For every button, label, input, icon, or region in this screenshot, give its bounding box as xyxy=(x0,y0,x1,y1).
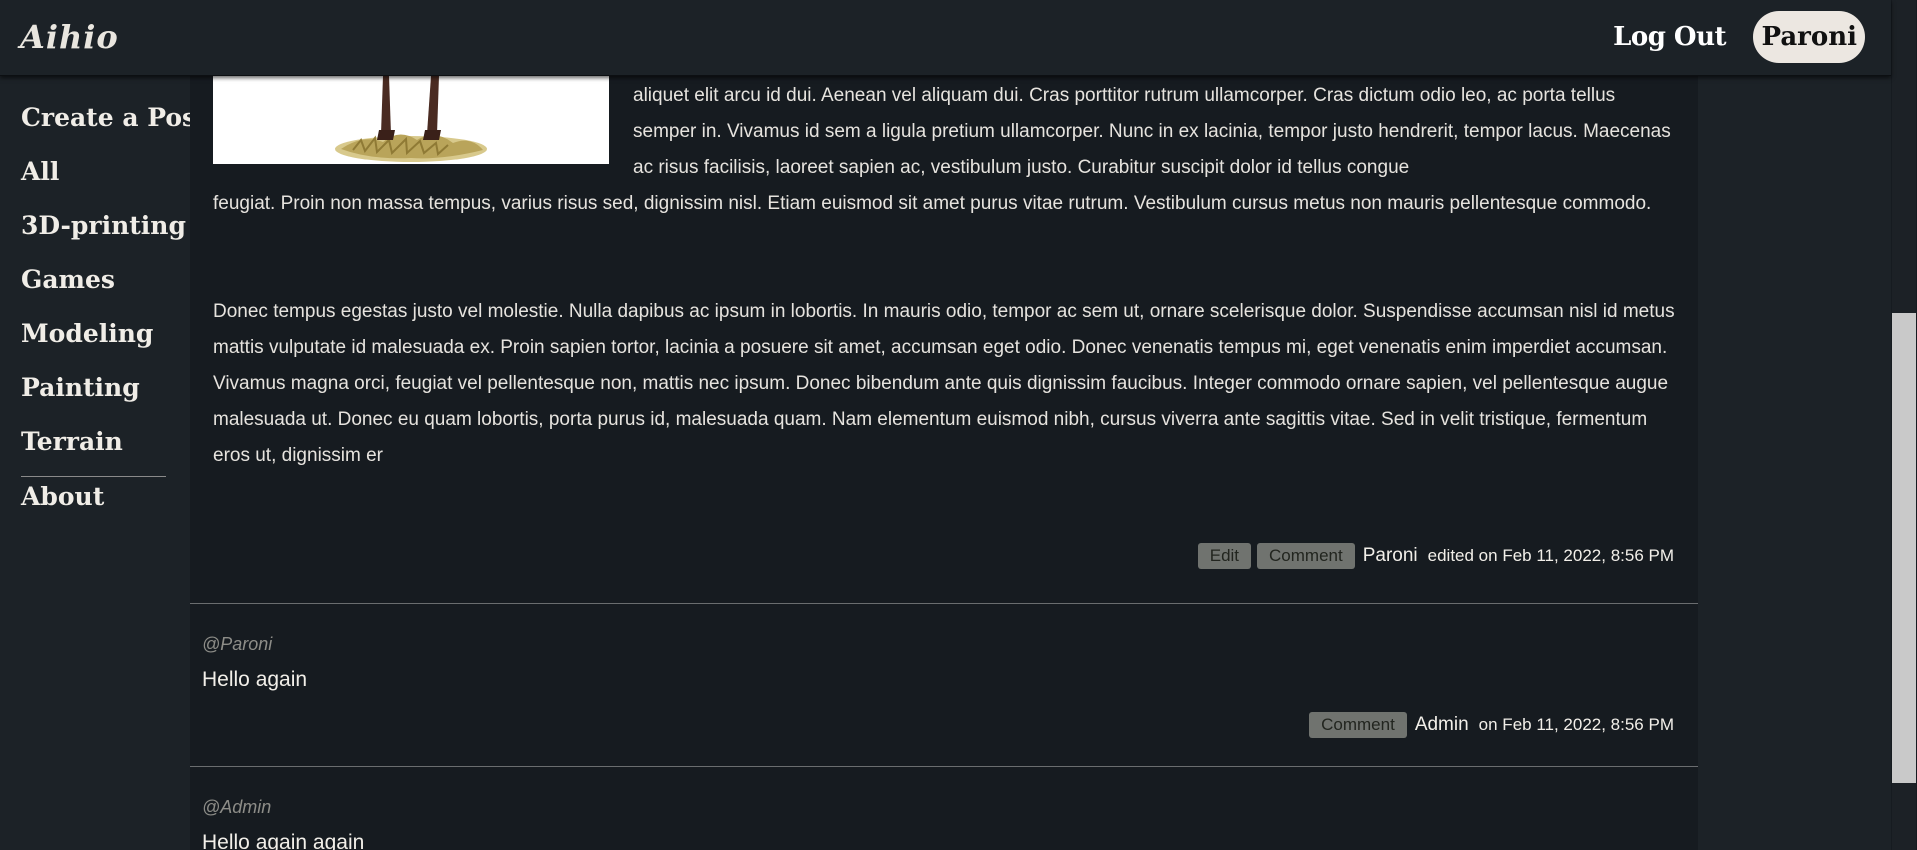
comment-button[interactable]: Comment xyxy=(1257,543,1355,569)
sidebar-item-modeling[interactable]: Modeling xyxy=(21,319,153,348)
site-logo[interactable]: Aihio xyxy=(20,18,119,56)
sidebar-item-terrain[interactable]: Terrain xyxy=(21,427,123,456)
sidebar: Create a Post All 3D-printing Games Mode… xyxy=(0,76,208,850)
sidebar-item-create-post[interactable]: Create a Post xyxy=(21,103,208,132)
post-date: edited on Feb 11, 2022, 8:56 PM xyxy=(1427,546,1674,565)
post-paragraph-2: Donec tempus egestas justo vel molestie.… xyxy=(213,301,1675,466)
top-header: Aihio Log Out Paroni xyxy=(0,0,1891,76)
comment-text: Hello again again xyxy=(202,831,365,850)
comment-mention[interactable]: @Admin xyxy=(202,797,271,818)
post-paragraph-continued: feugiat. Proin non massa tempus, varius … xyxy=(213,193,1652,214)
comment-reply-button[interactable]: Comment xyxy=(1309,712,1407,738)
sidebar-item-3d-printing[interactable]: 3D-printing xyxy=(21,211,186,240)
comment-text: Hello again xyxy=(202,668,308,691)
sidebar-item-games[interactable]: Games xyxy=(21,265,115,294)
sidebar-item-about[interactable]: About xyxy=(21,482,104,511)
post-image xyxy=(213,76,609,164)
right-gutter xyxy=(1698,76,1891,850)
main-content: aliquet elit arcu id dui. Aenean vel ali… xyxy=(190,76,1698,850)
scrollbar-thumb[interactable] xyxy=(1892,313,1916,783)
logout-button[interactable]: Log Out xyxy=(1613,22,1726,52)
post-divider xyxy=(190,603,1698,604)
comment-author[interactable]: Admin xyxy=(1415,714,1469,736)
sidebar-item-painting[interactable]: Painting xyxy=(21,373,140,402)
comment-divider xyxy=(190,766,1698,767)
comment-meta-row: Comment Admin on Feb 11, 2022, 8:56 PM xyxy=(1309,712,1674,738)
sidebar-item-all[interactable]: All xyxy=(21,157,59,186)
comment-date: on Feb 11, 2022, 8:56 PM xyxy=(1478,715,1674,734)
post-meta-row: Edit Comment Paroni edited on Feb 11, 20… xyxy=(1197,543,1674,569)
page-scrollbar[interactable] xyxy=(1891,0,1917,850)
comment-mention[interactable]: @Paroni xyxy=(202,634,272,655)
edit-button[interactable]: Edit xyxy=(1197,543,1252,569)
sidebar-divider xyxy=(21,476,166,477)
post-paragraph-beside-image: aliquet elit arcu id dui. Aenean vel ali… xyxy=(633,85,1671,178)
user-profile-button[interactable]: Paroni xyxy=(1753,11,1865,63)
post-author[interactable]: Paroni xyxy=(1363,545,1418,567)
figure-legs-image xyxy=(213,76,609,164)
